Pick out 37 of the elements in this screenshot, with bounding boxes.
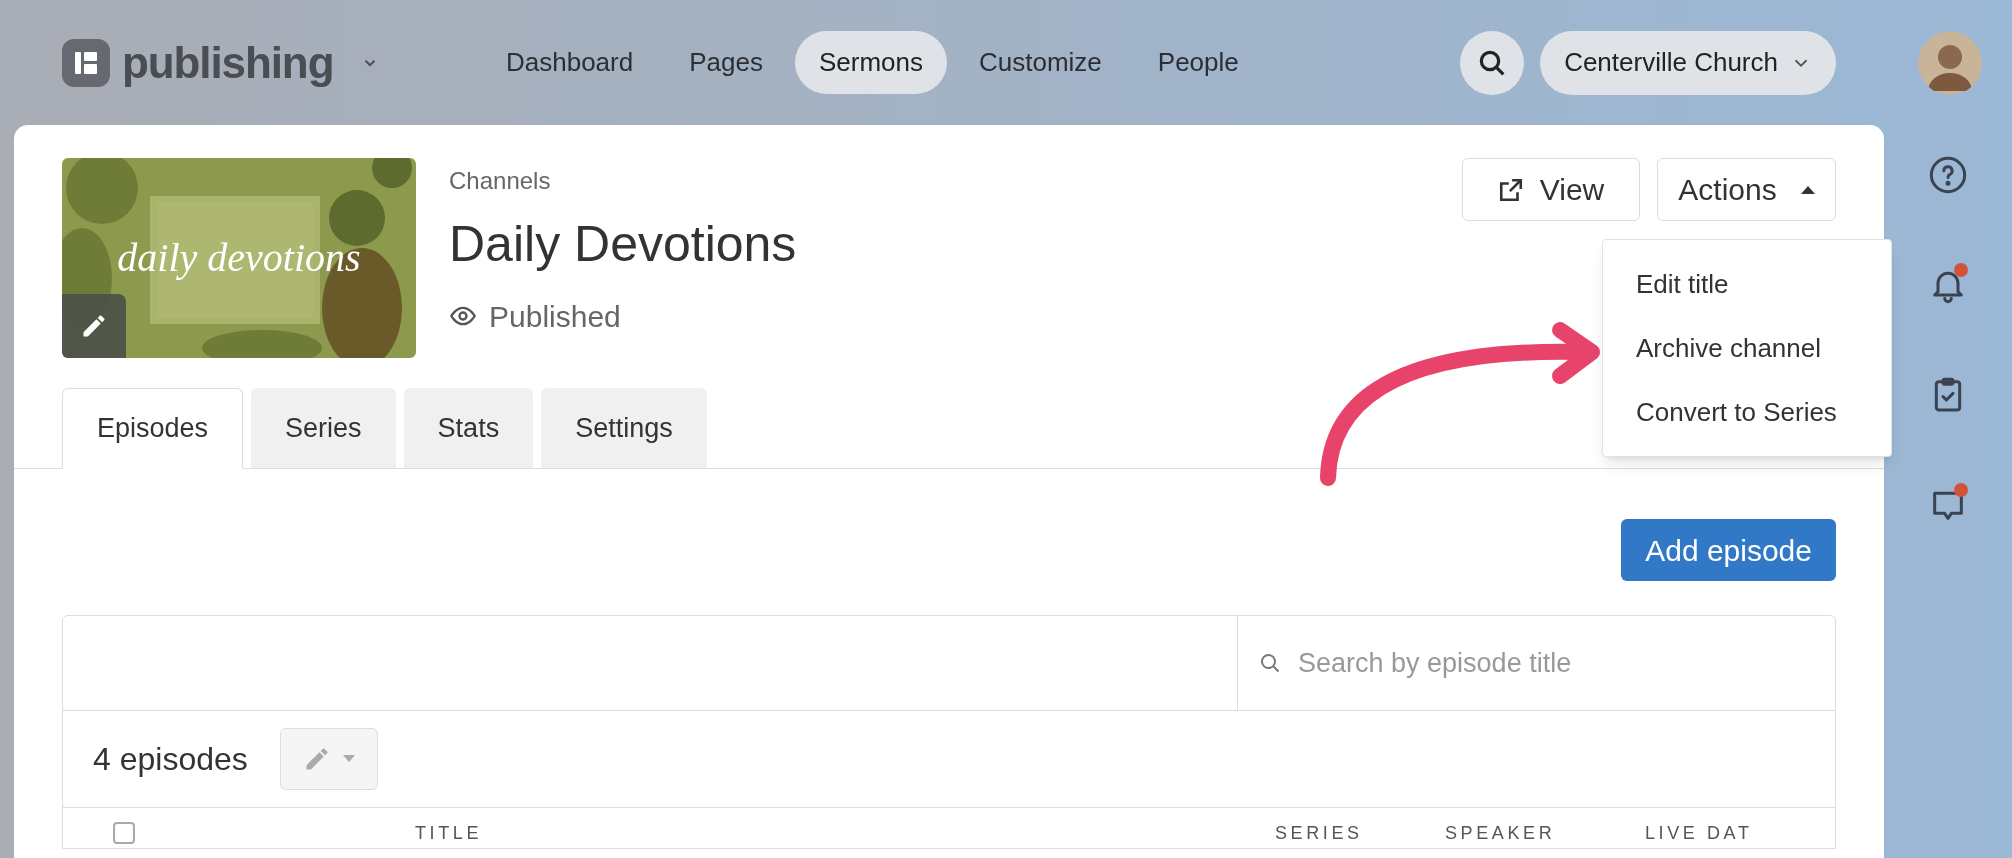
- nav-item[interactable]: People: [1133, 31, 1263, 94]
- tab[interactable]: Settings: [541, 388, 707, 468]
- nav-item[interactable]: Dashboard: [482, 31, 658, 94]
- organization-dropdown[interactable]: Centerville Church: [1540, 30, 1836, 95]
- column-header[interactable]: LIVE DAT: [1645, 819, 1753, 847]
- menu-item[interactable]: Edit title: [1603, 252, 1891, 316]
- help-icon[interactable]: [1928, 155, 1968, 195]
- column-header[interactable]: TITLE: [415, 819, 1275, 847]
- notification-badge: [1954, 483, 1968, 497]
- breadcrumb[interactable]: Channels: [449, 163, 797, 199]
- page-title: Daily Devotions: [449, 215, 797, 274]
- external-link-icon: [1497, 176, 1524, 203]
- caret-icon: [342, 755, 355, 763]
- nav-item[interactable]: Pages: [665, 31, 787, 94]
- edit-image-button[interactable]: [62, 294, 126, 358]
- nav-item[interactable]: Sermons: [794, 31, 947, 94]
- tab[interactable]: Episodes: [62, 388, 244, 469]
- app-name: publishing: [122, 40, 334, 85]
- logo-icon: [62, 38, 110, 87]
- add-episode-button[interactable]: Add episode: [1621, 519, 1836, 581]
- column-header[interactable]: SPEAKER: [1445, 819, 1645, 847]
- select-all-checkbox[interactable]: [113, 822, 135, 844]
- column-header[interactable]: SERIES: [1275, 819, 1445, 847]
- search-icon: [1258, 651, 1282, 675]
- search-field[interactable]: Search by episode title: [1298, 642, 1815, 684]
- episode-count: 4 episodes: [93, 740, 248, 779]
- menu-item[interactable]: Archive channel: [1603, 316, 1891, 380]
- tab[interactable]: Series: [251, 388, 396, 468]
- tab[interactable]: Stats: [403, 388, 534, 468]
- status-text: Published: [489, 298, 621, 335]
- menu-item[interactable]: Convert to Series: [1603, 380, 1891, 444]
- caret-icon: [1800, 184, 1815, 195]
- nav-item[interactable]: Customize: [955, 31, 1126, 94]
- notification-badge: [1954, 263, 1968, 277]
- avatar[interactable]: [1918, 30, 1982, 95]
- view-button[interactable]: View: [1462, 158, 1640, 221]
- actions-button[interactable]: Actions: [1657, 158, 1836, 221]
